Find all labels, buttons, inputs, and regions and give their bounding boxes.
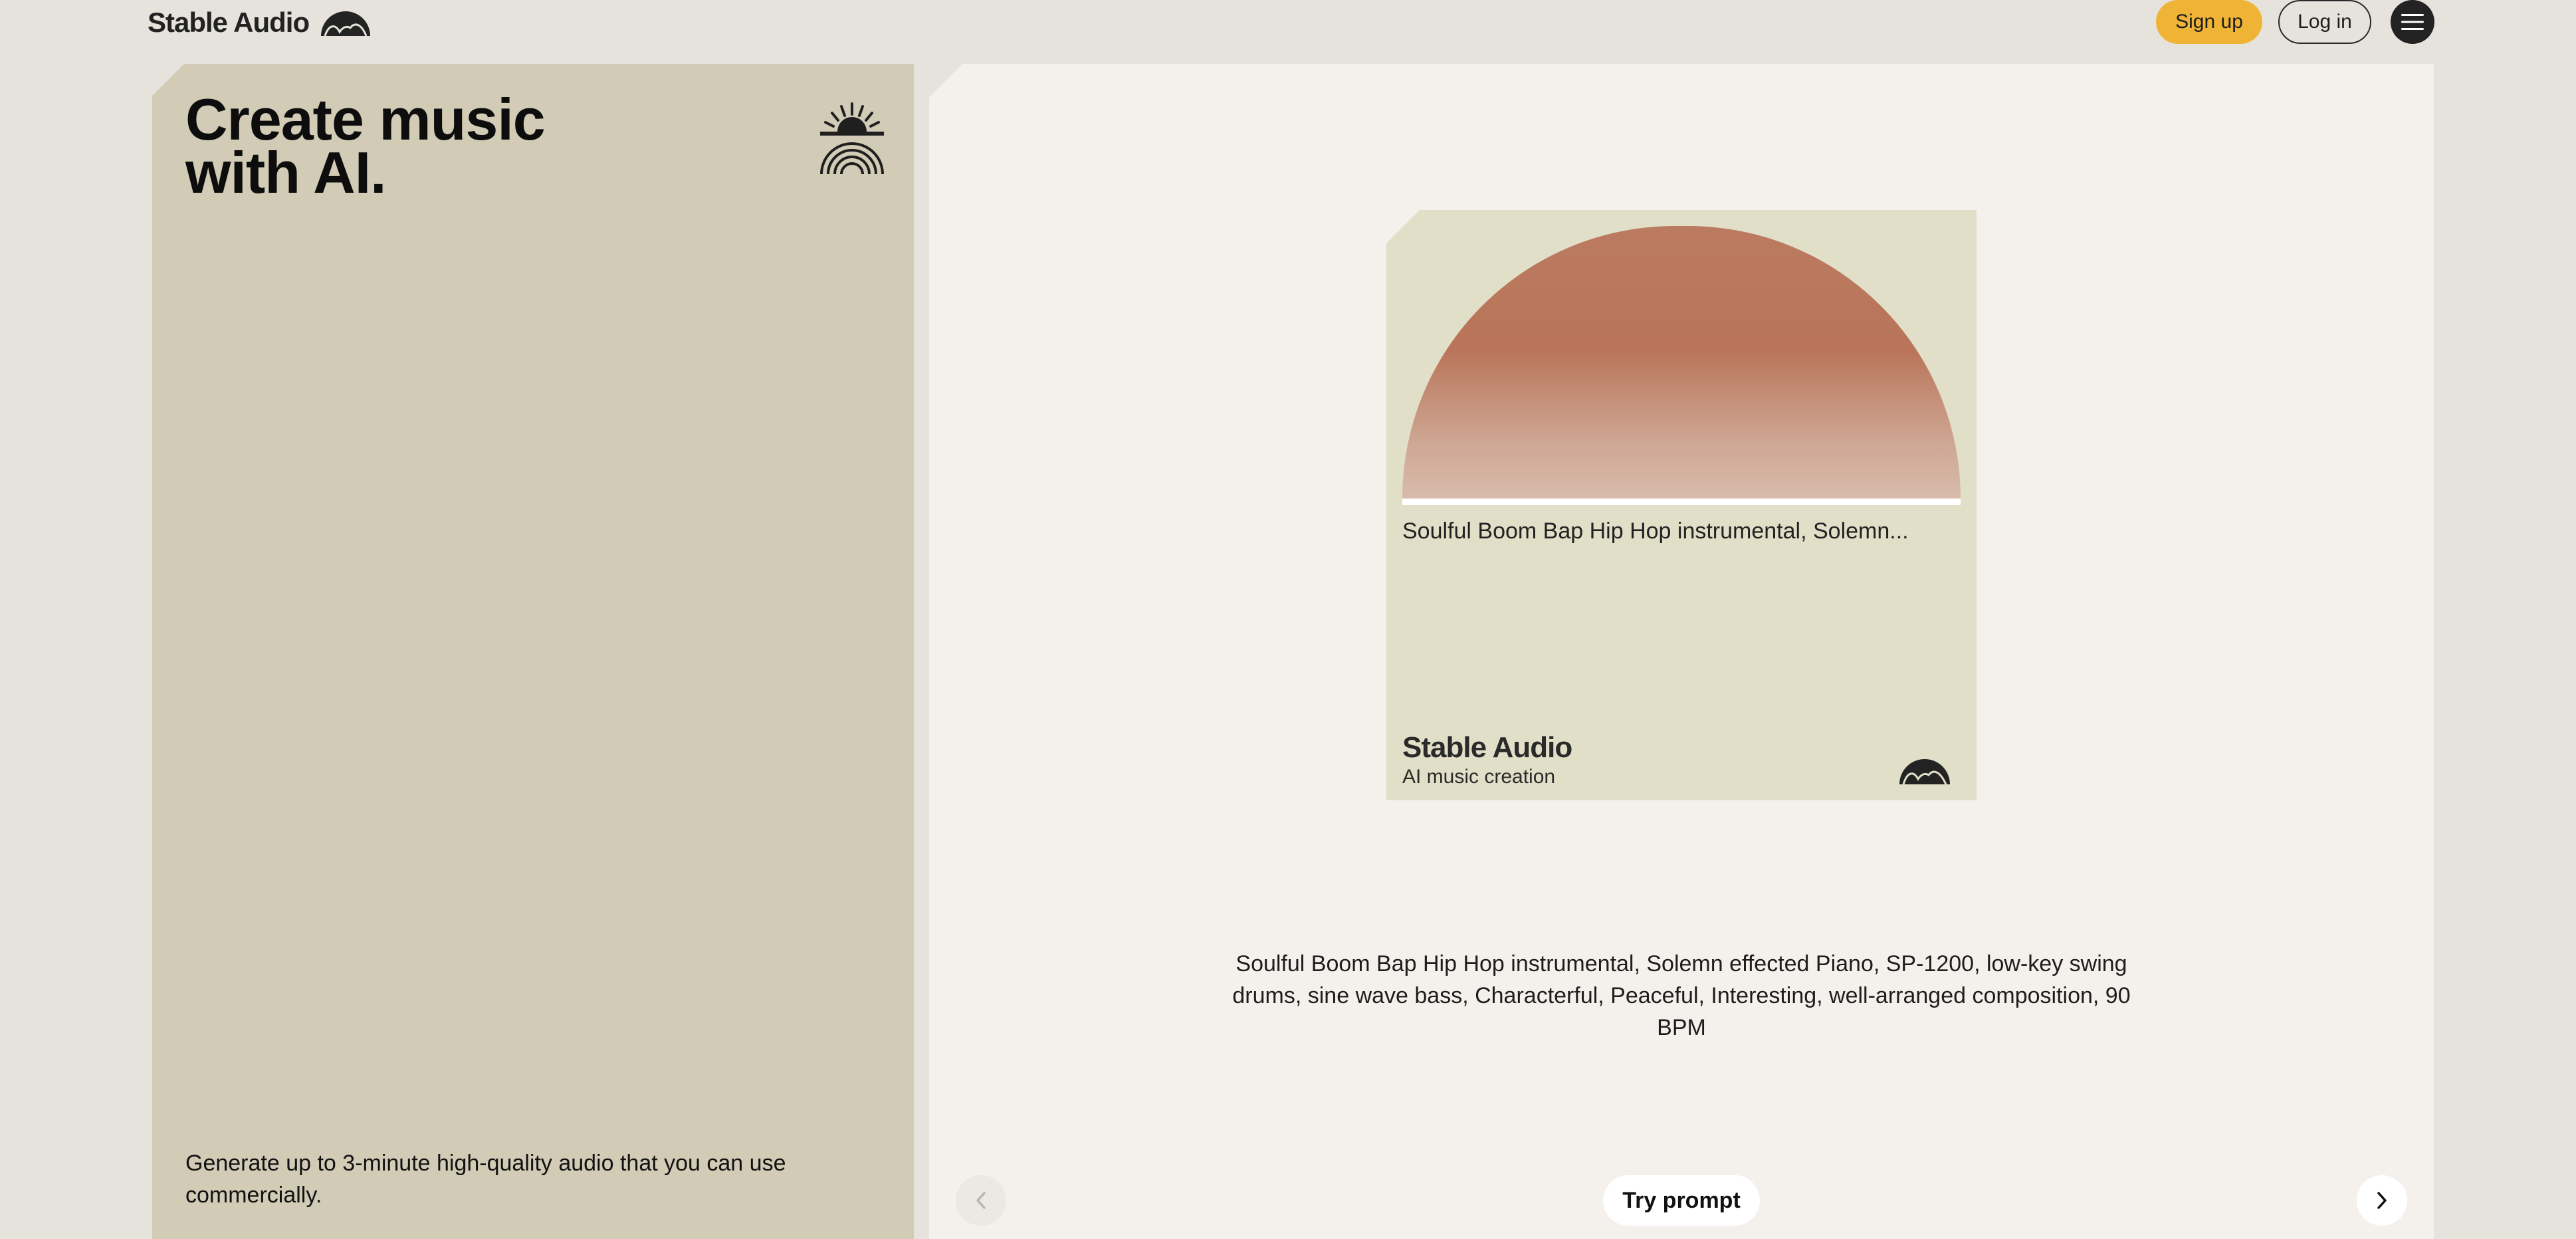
sun-rainbow-icon: [820, 102, 884, 175]
top-navigation-bar: Stable Audio Sign up Log in: [0, 0, 2576, 64]
try-prompt-button[interactable]: Try prompt: [1603, 1175, 1760, 1226]
hero-panel: Create music with AI. Generate up to 3-m…: [152, 64, 914, 1239]
prompt-text: Soulful Boom Bap Hip Hop instrumental, S…: [1232, 951, 2131, 1040]
card-subtitle: AI music creation: [1402, 766, 1556, 788]
brand-logo-link[interactable]: Stable Audio: [148, 3, 372, 43]
chevron-right-icon: [2377, 1192, 2387, 1209]
menu-button[interactable]: [2391, 0, 2434, 44]
brand-name: Stable Audio: [148, 7, 310, 38]
hero-headline-line-2: with AI.: [185, 140, 387, 205]
track-title: Soulful Boom Bap Hip Hop instrumental, S…: [1402, 518, 1909, 544]
log-in-button[interactable]: Log in: [2278, 0, 2371, 44]
hamburger-menu-icon: [2401, 14, 2424, 30]
card-brand-name: Stable Audio: [1402, 731, 1572, 764]
stable-audio-logo-icon: [321, 11, 371, 37]
previous-button[interactable]: [956, 1175, 1006, 1226]
hero-headline: Create music with AI.: [185, 90, 546, 202]
next-button[interactable]: [2357, 1175, 2407, 1226]
hero-description: Generate up to 3-minute high-quality aud…: [185, 1151, 786, 1208]
stable-audio-logo-icon: [1899, 759, 1950, 784]
audio-player-card[interactable]: Soulful Boom Bap Hip Hop instrumental, S…: [1386, 210, 1977, 800]
sign-up-button[interactable]: Sign up: [2156, 0, 2262, 44]
cover-artwork: [1402, 226, 1961, 499]
playback-progress-bar[interactable]: [1402, 499, 1961, 505]
chevron-left-icon: [976, 1192, 986, 1209]
showcase-panel: Soulful Boom Bap Hip Hop instrumental, S…: [929, 64, 2434, 1239]
